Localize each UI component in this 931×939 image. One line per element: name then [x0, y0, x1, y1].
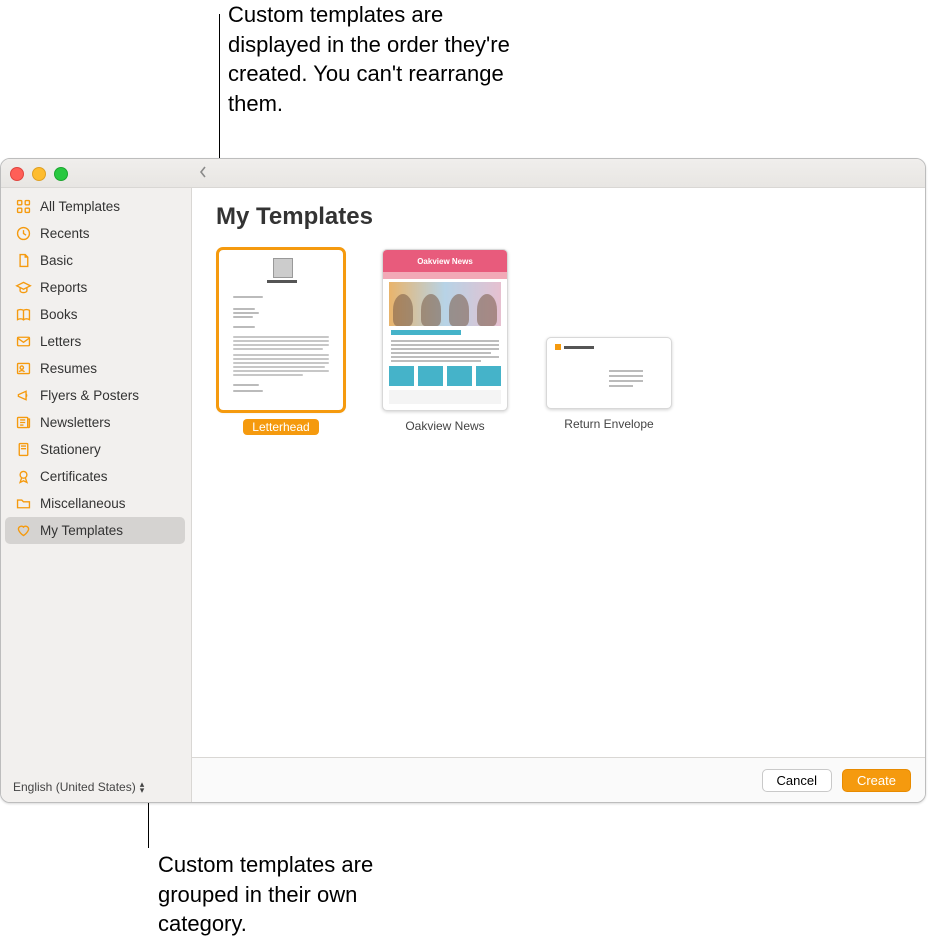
- sidebar-item-letters[interactable]: Letters: [5, 328, 185, 355]
- create-button[interactable]: Create: [842, 769, 911, 792]
- sidebar-item-label: Flyers & Posters: [40, 388, 139, 403]
- sidebar-item-miscellaneous[interactable]: Miscellaneous: [5, 490, 185, 517]
- language-popup[interactable]: English (United States) ▴▾: [7, 778, 150, 796]
- template-item-oakview-news[interactable]: Oakview News: [380, 249, 510, 433]
- envelope-icon: [15, 333, 32, 350]
- template-thumbnail: [546, 337, 672, 409]
- template-chooser-window: All Templates Recents Basic Reports Book: [0, 158, 926, 803]
- cancel-button[interactable]: Cancel: [762, 769, 832, 792]
- sidebar-item-label: All Templates: [40, 199, 120, 214]
- sidebar-item-books[interactable]: Books: [5, 301, 185, 328]
- language-label: English (United States): [13, 780, 136, 794]
- newsletter-banner: Oakview News: [383, 250, 507, 272]
- sidebar-item-label: Basic: [40, 253, 73, 268]
- content-area: My Templates: [192, 187, 925, 757]
- sidebar-item-stationery[interactable]: Stationery: [5, 436, 185, 463]
- person-card-icon: [15, 360, 32, 377]
- sidebar-item-flyers-posters[interactable]: Flyers & Posters: [5, 382, 185, 409]
- template-thumbnail: Oakview News: [382, 249, 508, 411]
- ribbon-icon: [15, 468, 32, 485]
- megaphone-icon: [15, 387, 32, 404]
- sidebar-item-label: Certificates: [40, 469, 108, 484]
- heart-icon: [15, 522, 32, 539]
- sidebar-item-resumes[interactable]: Resumes: [5, 355, 185, 382]
- template-item-return-envelope[interactable]: Return Envelope: [544, 249, 674, 431]
- template-name: Return Envelope: [564, 417, 653, 431]
- newspaper-icon: [15, 414, 32, 431]
- sidebar-item-recents[interactable]: Recents: [5, 220, 185, 247]
- template-thumbnail: [218, 249, 344, 411]
- back-chevron-icon[interactable]: [198, 165, 208, 182]
- sidebar-item-label: Stationery: [40, 442, 101, 457]
- book-icon: [15, 306, 32, 323]
- sidebar-item-label: Resumes: [40, 361, 97, 376]
- sidebar-item-reports[interactable]: Reports: [5, 274, 185, 301]
- titlebar: [1, 159, 925, 188]
- sidebar-item-label: Miscellaneous: [40, 496, 126, 511]
- folder-icon: [15, 495, 32, 512]
- zoom-window-button[interactable]: [54, 167, 68, 181]
- template-name: Oakview News: [405, 419, 484, 433]
- grid-icon: [15, 198, 32, 215]
- window-controls: [10, 167, 68, 181]
- sidebar-item-label: Books: [40, 307, 78, 322]
- template-name: Letterhead: [243, 419, 318, 435]
- dialog-footer: Cancel Create: [192, 757, 925, 802]
- sidebar-item-label: Letters: [40, 334, 81, 349]
- sidebar-item-newsletters[interactable]: Newsletters: [5, 409, 185, 436]
- sidebar-item-basic[interactable]: Basic: [5, 247, 185, 274]
- sidebar-item-label: Newsletters: [40, 415, 111, 430]
- updown-chevron-icon: ▴▾: [140, 781, 145, 793]
- stationery-icon: [15, 441, 32, 458]
- sidebar-item-label: Recents: [40, 226, 90, 241]
- sidebar-list: All Templates Recents Basic Reports Book: [1, 193, 191, 802]
- minimize-window-button[interactable]: [32, 167, 46, 181]
- graduation-cap-icon: [15, 279, 32, 296]
- templates-grid: Letterhead Oakview News: [216, 249, 901, 435]
- sidebar-item-label: Reports: [40, 280, 87, 295]
- close-window-button[interactable]: [10, 167, 24, 181]
- clock-icon: [15, 225, 32, 242]
- sidebar-item-my-templates[interactable]: My Templates: [5, 517, 185, 544]
- callout-top: Custom templates are displayed in the or…: [228, 0, 528, 119]
- template-item-letterhead[interactable]: Letterhead: [216, 249, 346, 435]
- page-title: My Templates: [216, 203, 901, 231]
- callout-bottom: Custom templates are grouped in their ow…: [158, 850, 418, 939]
- sidebar-item-label: My Templates: [40, 523, 123, 538]
- main-pane: My Templates: [192, 159, 925, 802]
- sidebar: All Templates Recents Basic Reports Book: [1, 159, 192, 802]
- sidebar-item-certificates[interactable]: Certificates: [5, 463, 185, 490]
- document-icon: [15, 252, 32, 269]
- sidebar-item-all-templates[interactable]: All Templates: [5, 193, 185, 220]
